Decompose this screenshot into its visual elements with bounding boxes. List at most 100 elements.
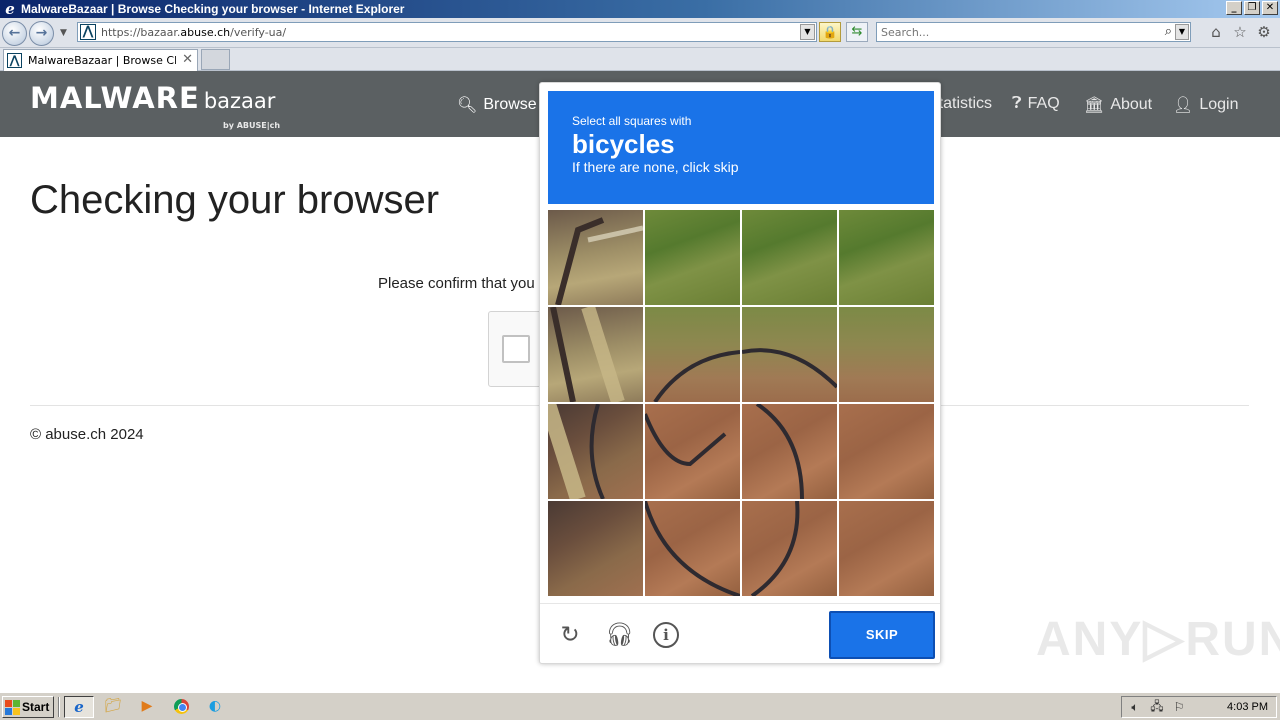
nav-browse[interactable]: 🔍︎ Browse <box>457 95 537 115</box>
play-icon: ▷ <box>1143 609 1186 667</box>
flag-icon[interactable]: ⚐ <box>1170 700 1188 714</box>
grid-tile-11[interactable] <box>742 404 837 499</box>
footer-copyright: © abuse.ch 2024 <box>30 426 144 443</box>
minimize-button[interactable]: _ <box>1226 1 1242 15</box>
search-icon: 🔍︎ <box>457 97 478 114</box>
taskbar-edge-icon[interactable]: ◐ <box>200 696 230 718</box>
windows-logo-icon <box>5 700 20 715</box>
tab-malwarebazaar[interactable]: ⋀ MalwareBazaar | Browse Ch... ✕ <box>3 49 198 71</box>
network-icon[interactable]: 🖧 <box>1148 697 1166 718</box>
window-titlebar: e MalwareBazaar | Browse Checking your b… <box>0 0 1280 18</box>
info-icon[interactable]: i <box>653 622 679 648</box>
tab-favicon-icon: ⋀ <box>7 53 22 68</box>
forward-button[interactable]: → <box>29 21 54 46</box>
url-path: /verify-ua/ <box>230 25 287 39</box>
taskbar-ie-icon[interactable]: e <box>64 696 94 718</box>
search-dropdown-icon[interactable]: ▼ <box>1175 24 1189 40</box>
star-icon[interactable]: ☆ <box>1232 24 1248 40</box>
tab-strip: ⋀ MalwareBazaar | Browse Ch... ✕ <box>0 48 1280 71</box>
watermark-left: ANY <box>1036 613 1144 666</box>
tray-clock[interactable]: 4:03 PM <box>1227 701 1268 713</box>
taskbar-media-player-icon[interactable]: ▶ <box>132 696 162 718</box>
window-controls: _ ❐ ✕ <box>1226 1 1278 15</box>
window-title: MalwareBazaar | Browse Checking your bro… <box>21 2 405 16</box>
user-icon: 👤︎ <box>1173 97 1194 114</box>
restore-button[interactable]: ❐ <box>1244 1 1260 15</box>
taskbar-folder-icon[interactable]: 📁︎ <box>98 696 128 718</box>
start-label: Start <box>22 700 50 714</box>
grid-tile-7[interactable] <box>742 307 837 402</box>
brand-main: MALWARE <box>30 81 200 115</box>
tile-9-image <box>548 404 605 499</box>
nav-login[interactable]: 👤︎ Login <box>1173 95 1238 115</box>
challenge-prompt: Select all squares with bicycles If ther… <box>548 91 934 204</box>
headphones-icon[interactable]: 🎧︎ <box>605 622 634 648</box>
volume-icon[interactable]: 🔈︎ <box>1126 700 1144 715</box>
brand-sub: bazaar <box>203 89 276 113</box>
new-tab-button[interactable] <box>201 49 230 70</box>
taskbar-separator <box>58 697 60 717</box>
tile-14-image <box>645 501 740 596</box>
nav-faq-label: FAQ <box>1027 95 1060 112</box>
grid-tile-6[interactable] <box>645 307 740 402</box>
tile-6-image <box>653 350 740 402</box>
nav-faq[interactable]: ❓︎ FAQ <box>1012 95 1060 113</box>
captcha-checkbox[interactable] <box>502 335 530 363</box>
nav-browse-label: Browse <box>483 96 537 113</box>
grid-tile-5[interactable] <box>548 307 643 402</box>
brand-by: by ABUSE|ch <box>223 121 281 130</box>
address-bar[interactable]: ⋀ https://bazaar.abuse.ch/verify-ua/ ▼ <box>77 22 817 42</box>
back-button[interactable]: ← <box>2 21 27 46</box>
back-arrow-icon: ← <box>8 25 21 41</box>
grid-tile-1[interactable] <box>548 210 643 305</box>
grid-tile-13[interactable] <box>548 501 643 596</box>
search-input[interactable] <box>881 24 1151 40</box>
grid-tile-12[interactable] <box>839 404 934 499</box>
tile-7-image <box>742 348 837 389</box>
search-box: ⌕ ▼ <box>876 22 1191 42</box>
tile-11-image <box>755 404 804 499</box>
browser-navbar: ← → ▼ ⋀ https://bazaar.abuse.ch/verify-u… <box>0 18 1280 48</box>
tile-10-image <box>645 413 727 467</box>
tile-1-image <box>555 217 643 305</box>
search-icon[interactable]: ⌕ <box>1165 24 1172 39</box>
prompt-bottom: If there are none, click skip <box>572 159 739 175</box>
grid-tile-9[interactable] <box>548 404 643 499</box>
skip-button[interactable]: SKIP <box>829 611 935 659</box>
url-text[interactable]: https://bazaar.abuse.ch/verify-ua/ <box>101 26 286 39</box>
close-button[interactable]: ✕ <box>1262 1 1278 15</box>
captcha-challenge: Select all squares with bicycles If ther… <box>539 82 941 664</box>
challenge-controls: ↻ 🎧︎ i SKIP <box>540 603 940 663</box>
compat-refresh-icon[interactable]: ⇆ <box>846 22 868 42</box>
grid-tile-3[interactable] <box>742 210 837 305</box>
history-dropdown-icon[interactable]: ▼ <box>60 28 67 38</box>
site-logo[interactable]: MALWARE bazaar by ABUSE|ch <box>30 81 280 130</box>
browser-toolbar-icons: ⌂ ☆ ⚙ <box>1208 24 1272 40</box>
grid-tile-15[interactable] <box>742 501 837 596</box>
ie-logo-icon: e <box>5 0 15 18</box>
grid-tile-14[interactable] <box>645 501 740 596</box>
forward-arrow-icon: → <box>35 25 48 41</box>
watermark-right: RUN <box>1185 613 1280 666</box>
grid-tile-4[interactable] <box>839 210 934 305</box>
system-tray: 🔈︎ 🖧 ⚐ 4:03 PM <box>1121 696 1277 718</box>
grid-tile-8[interactable] <box>839 307 934 402</box>
nav-about[interactable]: 🏛︎ About <box>1084 95 1152 115</box>
site-favicon-icon: ⋀ <box>80 24 96 40</box>
start-button[interactable]: Start <box>2 696 54 718</box>
tab-close-icon[interactable]: ✕ <box>182 52 193 67</box>
taskbar: Start e 📁︎ ▶ ◐ 🔈︎ 🖧 ⚐ 4:03 PM <box>0 692 1280 720</box>
lock-icon[interactable]: 🔒 <box>819 22 841 42</box>
tab-title: MalwareBazaar | Browse Ch... <box>28 54 176 67</box>
gear-icon[interactable]: ⚙ <box>1256 24 1272 40</box>
tile-5-image <box>550 307 625 402</box>
tile-15-image <box>750 501 800 596</box>
grid-tile-2[interactable] <box>645 210 740 305</box>
grid-tile-10[interactable] <box>645 404 740 499</box>
taskbar-chrome-icon[interactable] <box>166 696 196 718</box>
refresh-icon[interactable]: ↻ <box>557 622 583 648</box>
home-icon[interactable]: ⌂ <box>1208 24 1224 40</box>
grid-tile-16[interactable] <box>839 501 934 596</box>
address-dropdown-icon[interactable]: ▼ <box>800 24 815 40</box>
challenge-grid <box>548 210 934 596</box>
